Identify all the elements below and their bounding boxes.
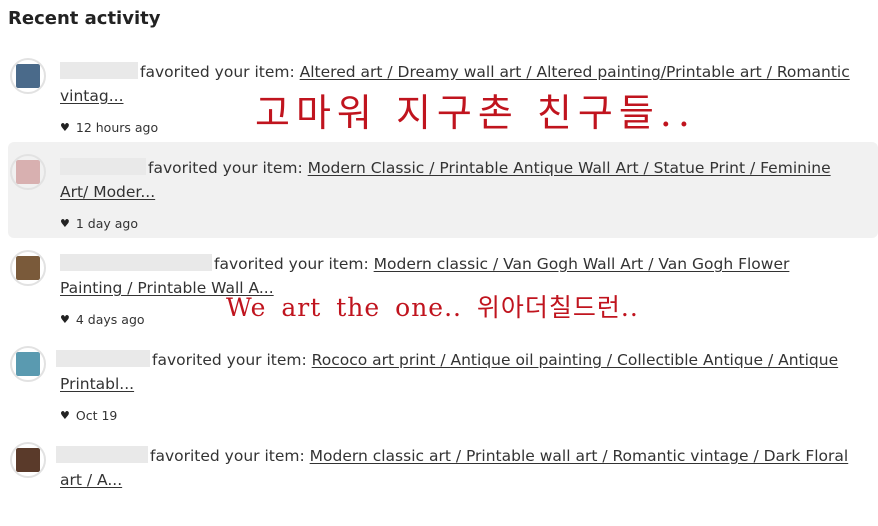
activity-row: favorited your item: Modern Classic / Pr… xyxy=(8,142,878,238)
page-title: Recent activity xyxy=(8,8,161,29)
activity-time: Oct 19 xyxy=(75,408,118,423)
activity-row: favorited your item: Modern classic art … xyxy=(8,430,878,526)
korean-caption-overlay: 고마워 지구촌 친구들.. xyxy=(255,91,696,135)
activity-action: favorited your item: xyxy=(150,447,305,465)
avatar[interactable] xyxy=(10,442,46,478)
heart-icon: ♥ xyxy=(60,121,70,134)
heart-icon: ♥ xyxy=(60,313,70,326)
heart-icon: ♥ xyxy=(60,409,70,422)
avatar[interactable] xyxy=(10,58,46,94)
activity-action: favorited your item: xyxy=(152,351,307,369)
activity-action: favorited your item: xyxy=(148,159,303,177)
activity-action: favorited your item: xyxy=(214,255,369,273)
mixed-caption-overlay: We art the one.. 위아더칠드런.. xyxy=(226,293,639,322)
activity-row: favorited your item: Rococo art print / … xyxy=(8,334,878,430)
activity-action: favorited your item: xyxy=(140,63,295,81)
activity-time: 4 days ago xyxy=(75,312,145,327)
activity-meta: ♥ Oct 19 xyxy=(60,408,117,423)
avatar[interactable] xyxy=(10,250,46,286)
activity-time: 12 hours ago xyxy=(75,120,159,135)
avatar[interactable] xyxy=(10,346,46,382)
activity-meta: ♥ 1 day ago xyxy=(60,216,138,231)
activity-time: 1 day ago xyxy=(75,216,139,231)
activity-meta: ♥ 12 hours ago xyxy=(60,120,158,135)
activity-meta: ♥ 4 days ago xyxy=(60,312,145,327)
heart-icon: ♥ xyxy=(60,217,70,230)
avatar[interactable] xyxy=(10,154,46,190)
